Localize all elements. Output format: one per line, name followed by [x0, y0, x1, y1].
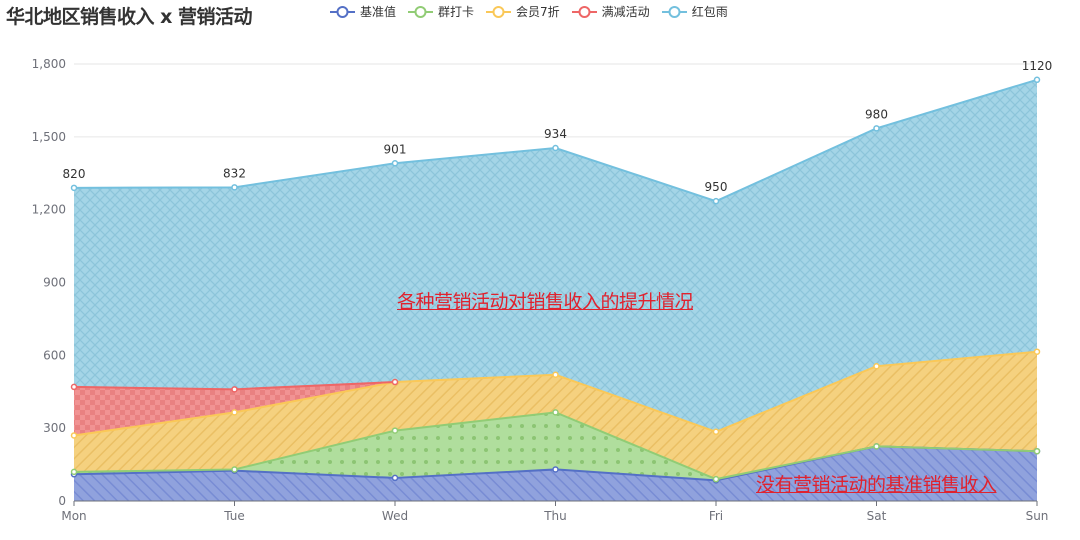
data-point	[391, 378, 399, 386]
data-point	[552, 466, 559, 473]
y-tick-label: 1,500	[32, 130, 66, 144]
y-tick-label: 900	[43, 276, 66, 290]
x-tick-label: Mon	[61, 509, 86, 523]
x-tick-label: Fri	[709, 509, 723, 523]
y-tick-label: 600	[43, 348, 66, 362]
data-point	[231, 386, 238, 393]
x-tick-label: Tue	[223, 509, 245, 523]
annotation-uplift: 各种营销活动对销售收入的提升情况	[397, 291, 694, 313]
data-label: 1120	[1022, 59, 1053, 73]
data-point	[873, 443, 880, 450]
data-point	[70, 383, 78, 391]
y-tick-label: 300	[43, 421, 66, 435]
data-point	[1033, 447, 1041, 455]
annotation-baseline: 没有营销活动的基准销售收入	[756, 474, 997, 496]
data-point	[712, 475, 720, 483]
y-tick-label: 1,200	[32, 203, 66, 217]
stacked-area-chart: 0 300 600 900 1,200 1,500 1,800 Mon Tue Wed Thu Fri…	[32, 57, 1053, 523]
data-point	[552, 371, 559, 379]
data-point	[391, 427, 399, 434]
x-tick-label: Sun	[1026, 509, 1049, 523]
data-point	[70, 184, 78, 192]
data-point	[231, 184, 238, 191]
data-point	[231, 466, 238, 473]
data-point	[712, 428, 720, 436]
data-point	[391, 474, 399, 482]
data-point	[873, 363, 880, 370]
data-point	[70, 468, 78, 476]
x-tick-label: Thu	[543, 509, 567, 523]
data-label: 934	[544, 127, 567, 141]
data-label: 950	[705, 180, 728, 194]
data-point	[1033, 348, 1041, 355]
data-label: 820	[63, 167, 86, 181]
data-point	[391, 160, 399, 167]
data-point	[712, 197, 720, 205]
x-tick-label: Sat	[867, 509, 887, 523]
data-point	[1033, 76, 1041, 84]
y-tick-label: 1,800	[32, 57, 66, 71]
y-tick-label: 0	[58, 494, 66, 508]
data-point	[873, 125, 880, 132]
data-label: 980	[865, 107, 888, 121]
data-point	[552, 144, 559, 152]
data-label: 832	[223, 166, 246, 180]
data-point	[70, 432, 78, 439]
data-point	[231, 409, 238, 416]
data-label: 901	[384, 142, 407, 156]
data-point	[552, 409, 559, 416]
x-tick-label: Wed	[382, 509, 408, 523]
